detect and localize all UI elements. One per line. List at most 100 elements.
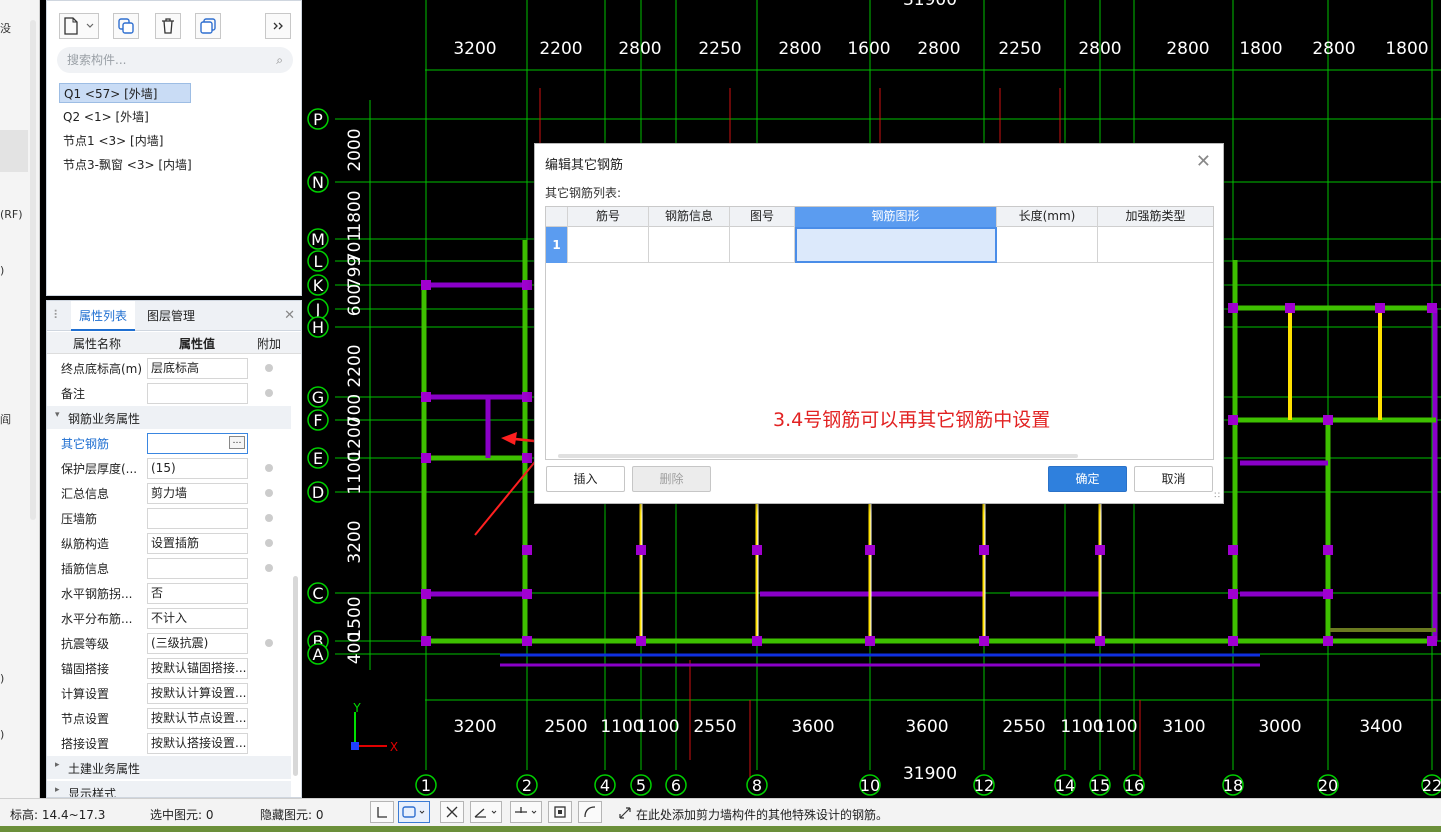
property-name[interactable]: 其它钢筋 bbox=[61, 435, 147, 452]
snap-toggle[interactable] bbox=[548, 801, 572, 823]
table-horizontal-scrollbar[interactable] bbox=[558, 454, 1078, 458]
row-number[interactable]: 1 bbox=[546, 227, 568, 263]
copy-component-button[interactable] bbox=[113, 13, 139, 39]
insert-button[interactable]: 插入 bbox=[546, 466, 625, 492]
new-component-button[interactable] bbox=[59, 13, 99, 39]
property-group[interactable]: ▾ 钢筋业务属性 bbox=[47, 406, 291, 429]
property-scrollbar[interactable] bbox=[293, 576, 298, 776]
close-icon[interactable]: ✕ bbox=[284, 308, 295, 323]
cell-rebar-shape[interactable] bbox=[795, 227, 997, 263]
component-list-panel: 搜索构件... ⌕ Q1 <57> [外墙] Q2 <1> [外墙] 节点1 <… bbox=[46, 0, 302, 296]
property-value-field[interactable]: 否 bbox=[147, 583, 248, 604]
column-axis-label: 8 bbox=[752, 776, 762, 795]
diagonal-resize-icon bbox=[619, 807, 631, 819]
column-header[interactable]: 钢筋信息 bbox=[649, 207, 730, 227]
angle-dropdown[interactable] bbox=[470, 801, 502, 823]
property-row: 节点设置 按默认节点设置... bbox=[47, 706, 291, 731]
add-point-dropdown[interactable] bbox=[510, 801, 542, 823]
cell-shape-number[interactable] bbox=[730, 227, 795, 263]
column-header[interactable]: 图号 bbox=[730, 207, 795, 227]
attach-radio[interactable] bbox=[265, 639, 273, 647]
search-placeholder: 搜索构件... bbox=[67, 53, 127, 67]
search-component-input[interactable]: 搜索构件... ⌕ bbox=[57, 47, 293, 73]
cell-length[interactable] bbox=[997, 227, 1098, 263]
property-group[interactable]: ▸ 土建业务属性 bbox=[47, 756, 291, 779]
caret-right-icon[interactable]: ▸ bbox=[55, 760, 60, 770]
component-item[interactable]: Q2 <1> [外墙] bbox=[59, 107, 153, 127]
search-icon[interactable]: ⌕ bbox=[276, 47, 283, 73]
column-header[interactable]: 筋号 bbox=[568, 207, 649, 227]
column-marker bbox=[1285, 303, 1295, 313]
delete-button[interactable]: 删除 bbox=[632, 466, 711, 492]
copy-to-floor-button[interactable] bbox=[195, 13, 221, 39]
property-row: 插筋信息 bbox=[47, 556, 291, 581]
column-marker bbox=[421, 636, 431, 646]
ok-button[interactable]: 确定 bbox=[1048, 466, 1127, 492]
bottom-dimension-label: 3200 bbox=[453, 717, 496, 737]
property-value-field[interactable]: 剪力墙 bbox=[147, 483, 248, 504]
ortho-toggle[interactable] bbox=[370, 801, 394, 823]
property-value-field[interactable] bbox=[147, 558, 248, 579]
column-header[interactable]: 长度(mm) bbox=[997, 207, 1098, 227]
property-value-field[interactable]: 设置插筋 bbox=[147, 533, 248, 554]
property-value-field[interactable]: 按默认搭接设置... bbox=[147, 733, 248, 754]
property-value-field[interactable] bbox=[147, 383, 248, 404]
property-value-field[interactable] bbox=[147, 508, 248, 529]
pointer-arrow-head bbox=[501, 432, 517, 445]
column-header[interactable]: 加强筋类型 bbox=[1098, 207, 1213, 227]
property-value-field[interactable]: (三级抗震) bbox=[147, 633, 248, 654]
column-axis-label: 1 bbox=[421, 776, 431, 795]
expand-panel-button[interactable] bbox=[265, 13, 291, 39]
close-icon[interactable]: ✕ bbox=[1196, 151, 1211, 172]
resize-grip-icon[interactable]: ∷ bbox=[1214, 491, 1220, 501]
cross-icon bbox=[446, 806, 458, 818]
column-marker bbox=[752, 545, 762, 555]
column-axis-label: 10 bbox=[860, 776, 880, 795]
cell-bar-number[interactable] bbox=[568, 227, 649, 263]
ellipsis-button[interactable]: … bbox=[229, 436, 245, 449]
column-axis-label: 22 bbox=[1422, 776, 1441, 795]
column-header[interactable]: 钢筋图形 bbox=[795, 207, 997, 227]
left-dimension-label: 2000 bbox=[345, 128, 365, 171]
property-value-field[interactable]: 层底标高 bbox=[147, 358, 248, 379]
delete-component-button[interactable] bbox=[155, 13, 181, 39]
tab-property-list[interactable]: 属性列表 bbox=[71, 301, 136, 331]
component-item[interactable]: 节点1 <3> [内墙] bbox=[59, 131, 167, 151]
cancel-button[interactable]: 取消 bbox=[1134, 466, 1213, 492]
trash-icon bbox=[162, 18, 174, 34]
status-bar: 标高: 14.4~17.3 选中图元: 0 隐藏图元: 0 在此处添加剪力墙构件… bbox=[0, 798, 1441, 826]
property-value-field[interactable]: (15) bbox=[147, 458, 248, 479]
column-marker bbox=[1228, 415, 1238, 425]
caret-right-icon[interactable]: ▸ bbox=[55, 785, 60, 795]
attach-radio[interactable] bbox=[265, 464, 273, 472]
property-value-field[interactable]: 按默认计算设置... bbox=[147, 683, 248, 704]
caret-down-icon[interactable]: ▾ bbox=[55, 410, 60, 420]
property-value-field[interactable]: 不计入 bbox=[147, 608, 248, 629]
left-nav-selected[interactable] bbox=[0, 130, 28, 172]
component-item[interactable]: Q1 <57> [外墙] bbox=[59, 83, 191, 103]
top-dimension-label: 1600 bbox=[847, 39, 890, 59]
attach-radio[interactable] bbox=[265, 389, 273, 397]
attach-radio[interactable] bbox=[265, 564, 273, 572]
select-mode-dropdown[interactable] bbox=[398, 801, 430, 823]
attach-radio[interactable] bbox=[265, 539, 273, 547]
attach-radio[interactable] bbox=[265, 489, 273, 497]
component-item[interactable]: 节点3-飘窗 <3> [内墙] bbox=[59, 155, 196, 175]
left-nav-scrollbar[interactable] bbox=[30, 20, 36, 520]
cell-strengthen-type[interactable] bbox=[1098, 227, 1213, 263]
property-row: 计算设置 按默认计算设置... bbox=[47, 681, 291, 706]
drag-grip-icon[interactable]: ⠇ bbox=[53, 308, 62, 322]
attach-radio[interactable] bbox=[265, 364, 273, 372]
curve-toggle[interactable] bbox=[578, 801, 602, 823]
property-group-label: 土建业务属性 bbox=[68, 762, 141, 776]
table-row[interactable]: 1 bbox=[546, 227, 1213, 263]
property-group[interactable]: ▸ 显示样式 bbox=[47, 781, 291, 797]
attach-radio[interactable] bbox=[265, 514, 273, 522]
cross-select-toggle[interactable] bbox=[440, 801, 464, 823]
column-marker bbox=[421, 280, 431, 290]
bottom-dimension-label: 3600 bbox=[791, 717, 834, 737]
tab-layer-management[interactable]: 图层管理 bbox=[139, 301, 203, 331]
cell-rebar-info[interactable] bbox=[649, 227, 730, 263]
property-value-field[interactable]: 按默认锚固搭接... bbox=[147, 658, 248, 679]
property-value-field[interactable]: 按默认节点设置... bbox=[147, 708, 248, 729]
